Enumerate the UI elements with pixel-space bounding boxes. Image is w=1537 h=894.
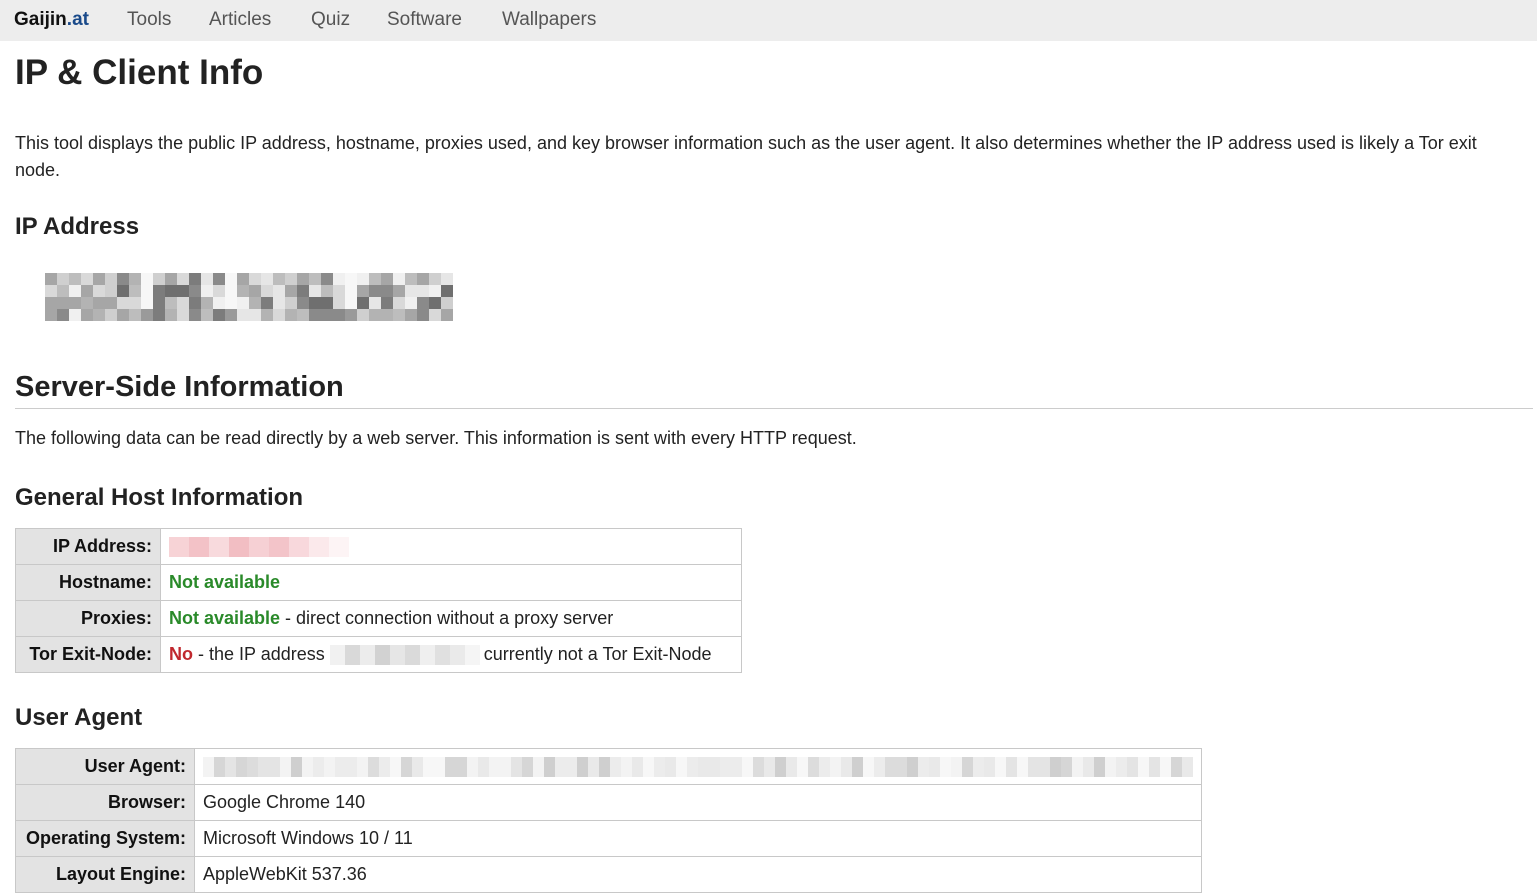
brand-main: Gaijin <box>14 9 67 30</box>
top-navigation: Gaijin.at Tools Articles Quiz Software W… <box>0 0 1537 41</box>
proxies-value: Not available <box>169 608 281 628</box>
browser-value: Google Chrome 140 <box>194 784 1202 821</box>
proxies-note: - direct connection without a proxy serv… <box>280 608 614 628</box>
browser-label: Browser: <box>15 784 195 821</box>
tor-exit-node-value-cell: No - the IP address currently not a Tor … <box>160 636 742 673</box>
server-side-description: The following data can be read directly … <box>15 428 857 448</box>
table-row: User Agent: <box>15 748 1202 785</box>
table-row: IP Address: <box>15 528 742 565</box>
user-agent-value-redacted <box>194 748 1202 785</box>
operating-system-label: Operating System: <box>15 820 195 857</box>
section-divider <box>15 408 1533 409</box>
layout-engine-label: Layout Engine: <box>15 856 195 893</box>
table-row: Proxies: Not available - direct connecti… <box>15 600 742 637</box>
page-title: IP & Client Info <box>15 53 264 92</box>
hostname-value-cell: Not available <box>160 564 742 601</box>
ip-address-heading: IP Address <box>15 213 140 240</box>
proxies-value-cell: Not available - direct connection withou… <box>160 600 742 637</box>
table-row: Tor Exit-Node: No - the IP address curre… <box>15 636 742 673</box>
host-info-table: IP Address: Hostname: Not available Prox… <box>15 528 742 673</box>
hostname-label: Hostname: <box>15 564 161 601</box>
ip-address-display-redacted <box>45 273 455 323</box>
ip-address-label: IP Address: <box>15 528 161 565</box>
ip-address-value-redacted <box>160 528 742 565</box>
nav-item-quiz[interactable]: Quiz <box>311 9 350 31</box>
redacted-ip-red <box>169 537 349 558</box>
tor-note-post: currently not a Tor Exit-Node <box>483 643 712 664</box>
nav-item-wallpapers[interactable]: Wallpapers <box>502 9 596 31</box>
table-row: Operating System: Microsoft Windows 10 /… <box>15 820 1202 857</box>
nav-item-software[interactable]: Software <box>387 9 462 31</box>
server-side-heading: Server-Side Information <box>15 371 344 403</box>
tor-exit-node-value: No <box>169 643 193 664</box>
redacted-user-agent <box>203 757 1193 778</box>
tor-exit-node-label: Tor Exit-Node: <box>15 636 161 673</box>
table-row: Layout Engine: AppleWebKit 537.36 <box>15 856 1202 893</box>
operating-system-value: Microsoft Windows 10 / 11 <box>194 820 1202 857</box>
proxies-label: Proxies: <box>15 600 161 637</box>
tor-note-pre: - the IP address <box>193 643 330 664</box>
user-agent-heading: User Agent <box>15 704 143 731</box>
general-host-heading: General Host Information <box>15 484 304 511</box>
user-agent-label: User Agent: <box>15 748 195 785</box>
layout-engine-value: AppleWebKit 537.36 <box>194 856 1202 893</box>
table-row: Hostname: Not available <box>15 564 742 601</box>
site-logo-link[interactable]: Gaijin.at <box>14 9 89 31</box>
nav-item-articles[interactable]: Articles <box>209 9 271 31</box>
user-agent-table: User Agent: Browser: Google Chrome 140 O… <box>15 748 1202 893</box>
brand-suffix: .at <box>66 9 89 30</box>
redacted-ip-grey <box>329 645 480 666</box>
hostname-value: Not available <box>169 572 281 592</box>
table-row: Browser: Google Chrome 140 <box>15 784 1202 821</box>
intro-paragraph: This tool displays the public IP address… <box>15 133 1477 180</box>
nav-item-tools[interactable]: Tools <box>127 9 171 31</box>
